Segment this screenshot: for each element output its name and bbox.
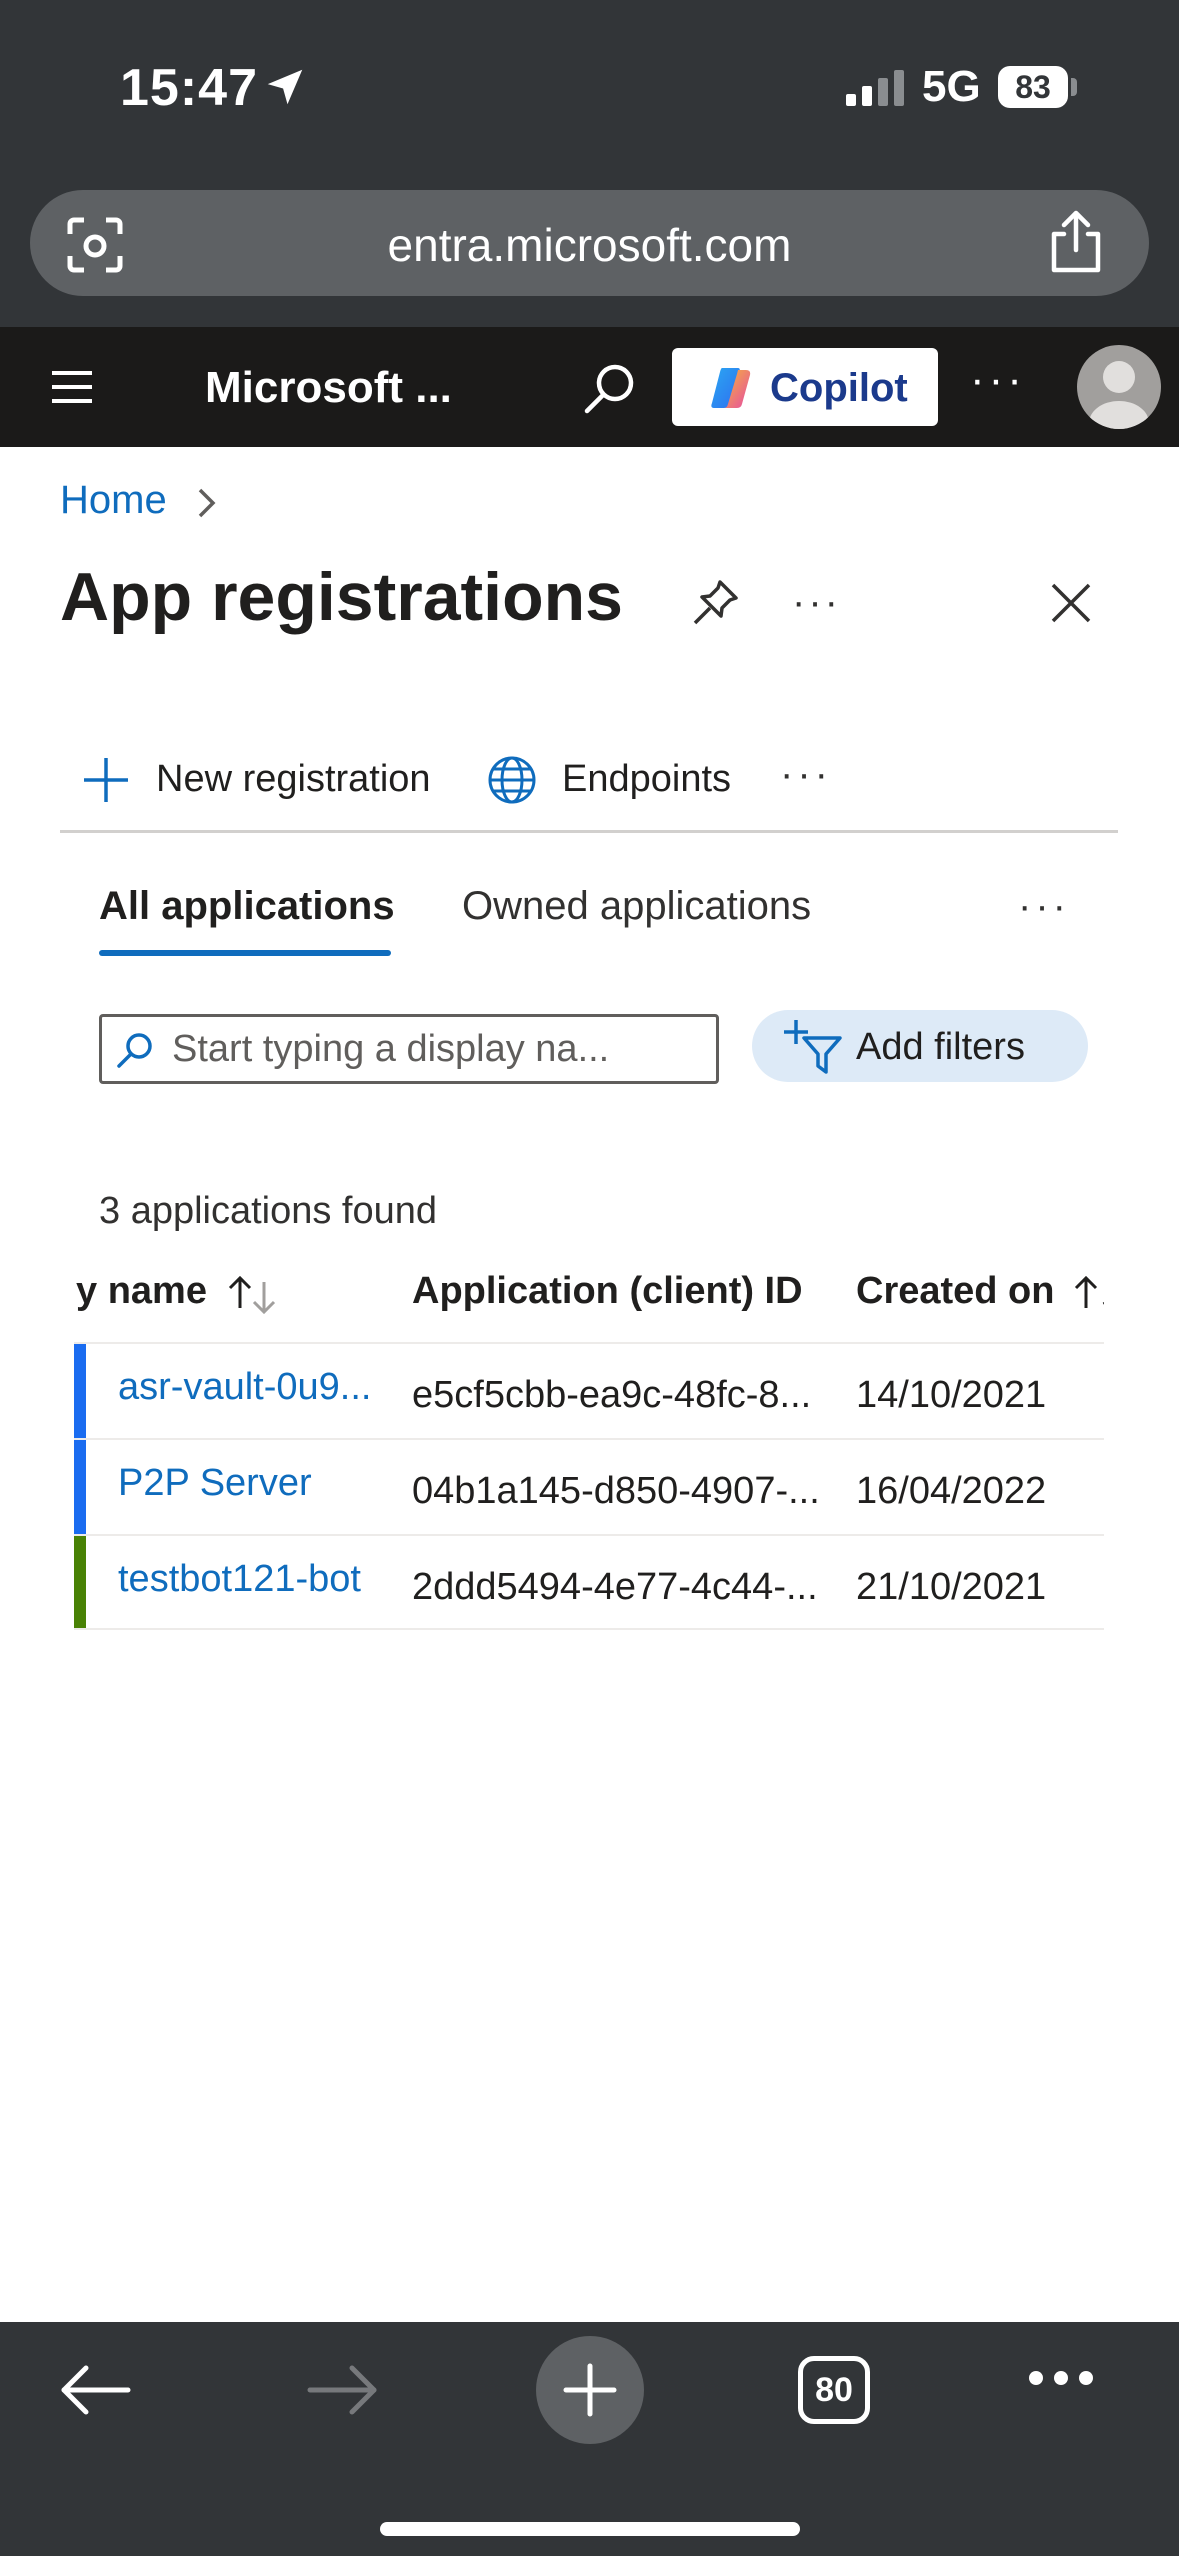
copilot-logo-icon — [711, 368, 751, 408]
battery-indicator: 83 — [998, 66, 1068, 108]
close-icon[interactable] — [1048, 580, 1094, 626]
add-filters-button[interactable]: Add filters — [752, 1010, 1088, 1082]
browser-bottom-toolbar: 80 — [0, 2322, 1179, 2556]
tabs-more-icon[interactable]: ··· — [1018, 884, 1070, 929]
active-tab-indicator — [99, 950, 391, 956]
new-registration-label: New registration — [156, 758, 431, 800]
app-created-on: 16/04/2022 — [856, 1470, 1047, 1512]
forward-arrow-icon[interactable] — [304, 2362, 380, 2418]
url-text[interactable]: entra.microsoft.com — [30, 218, 1149, 272]
table-row[interactable]: asr-vault-0u9... e5cf5cbb-ea9c-48fc-8...… — [74, 1342, 1104, 1438]
row-accent-bar — [74, 1536, 86, 1630]
tab-owned-applications[interactable]: Owned applications — [462, 884, 811, 929]
toolbar-divider — [60, 830, 1118, 833]
applications-table: y name Application (client) ID Created o… — [74, 1260, 1104, 1630]
avatar[interactable] — [1077, 345, 1161, 429]
location-arrow-icon — [267, 69, 303, 105]
add-filters-label: Add filters — [856, 1026, 1025, 1068]
add-filter-icon — [784, 1020, 842, 1074]
pin-icon[interactable] — [690, 578, 740, 628]
network-type: 5G — [922, 62, 981, 111]
row-accent-bar — [74, 1344, 86, 1438]
column-header-created-on[interactable]: Created on — [856, 1270, 1054, 1313]
user-silhouette-icon — [1089, 361, 1149, 429]
endpoints-label: Endpoints — [562, 758, 732, 800]
new-tab-button[interactable] — [536, 2336, 644, 2444]
app-name-link[interactable]: P2P Server — [118, 1462, 312, 1505]
app-name-link[interactable]: testbot121-bot — [118, 1558, 361, 1601]
sort-arrow-up-icon[interactable] — [1070, 1274, 1104, 1314]
results-count: 3 applications found — [99, 1190, 438, 1232]
hamburger-menu-icon[interactable] — [50, 369, 94, 405]
table-row[interactable]: P2P Server 04b1a145-d850-4907-... 16/04/… — [74, 1438, 1104, 1534]
back-arrow-icon[interactable] — [58, 2362, 134, 2418]
home-indicator — [380, 2522, 800, 2536]
title-more-icon[interactable]: ··· — [792, 580, 841, 625]
cellular-signal-icon — [846, 70, 904, 106]
portal-brand[interactable]: Microsoft ... — [205, 363, 452, 413]
sort-arrows-icon[interactable] — [224, 1274, 284, 1314]
column-header-client-id[interactable]: Application (client) ID — [412, 1270, 803, 1313]
copilot-label: Copilot — [770, 366, 908, 410]
plus-icon — [563, 2363, 617, 2417]
column-header-display-name[interactable]: y name — [76, 1270, 207, 1313]
chevron-right-icon — [198, 488, 216, 518]
search-icon[interactable] — [582, 361, 638, 417]
search-icon — [117, 1033, 152, 1068]
toolbar-more-icon[interactable]: ··· — [780, 752, 832, 797]
new-registration-button[interactable]: New registration — [80, 748, 460, 812]
tab-count-button[interactable]: 80 — [798, 2356, 870, 2424]
app-client-id: 04b1a145-d850-4907-... — [412, 1470, 820, 1512]
search-field[interactable] — [99, 1014, 719, 1084]
search-input[interactable] — [172, 1025, 702, 1073]
globe-icon — [488, 756, 536, 804]
status-time: 15:47 — [120, 59, 258, 117]
portal-header: Microsoft ... Copilot ··· — [0, 327, 1179, 447]
plus-icon — [84, 758, 128, 802]
breadcrumb-home[interactable]: Home — [60, 478, 167, 523]
more-menu-icon[interactable] — [1026, 2368, 1096, 2388]
share-icon[interactable] — [1046, 210, 1106, 274]
page-title: App registrations — [60, 559, 623, 635]
table-row[interactable]: testbot121-bot 2ddd5494-4e77-4c44-... 21… — [74, 1534, 1104, 1630]
app-client-id: e5cf5cbb-ea9c-48fc-8... — [412, 1374, 812, 1416]
battery-tip — [1071, 78, 1077, 96]
app-created-on: 21/10/2021 — [856, 1566, 1047, 1608]
app-name-link[interactable]: asr-vault-0u9... — [118, 1366, 371, 1409]
browser-chrome-top: 15:47 5G 83 entra.microsoft.com — [0, 0, 1179, 327]
row-accent-bar — [74, 1440, 86, 1534]
table-bottom-border — [74, 1628, 1104, 1630]
app-client-id: 2ddd5494-4e77-4c44-... — [412, 1566, 818, 1608]
address-bar[interactable]: entra.microsoft.com — [30, 190, 1149, 296]
tab-all-applications[interactable]: All applications — [99, 884, 395, 929]
endpoints-button[interactable]: Endpoints — [486, 748, 756, 812]
app-created-on: 14/10/2021 — [856, 1374, 1047, 1416]
copilot-button[interactable]: Copilot — [672, 348, 938, 426]
header-more-icon[interactable]: ··· — [970, 355, 1026, 405]
